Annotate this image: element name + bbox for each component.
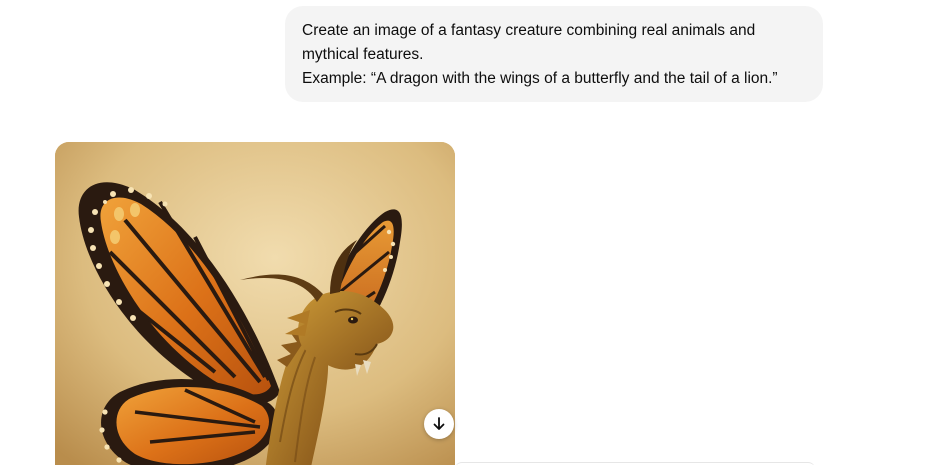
user-message-line: mythical features. bbox=[302, 46, 424, 63]
arrow-down-icon bbox=[433, 417, 445, 430]
butterfly-dragon-illustration bbox=[55, 142, 455, 465]
user-message-line: Create an image of a fantasy creature co… bbox=[302, 22, 756, 39]
generated-image[interactable] bbox=[55, 142, 455, 465]
download-button[interactable] bbox=[424, 409, 454, 439]
chat-page: Create an image of a fantasy creature co… bbox=[0, 0, 943, 465]
user-message-bubble: Create an image of a fantasy creature co… bbox=[285, 6, 823, 102]
user-message-line: Example: “A dragon with the wings of a b… bbox=[302, 70, 778, 87]
